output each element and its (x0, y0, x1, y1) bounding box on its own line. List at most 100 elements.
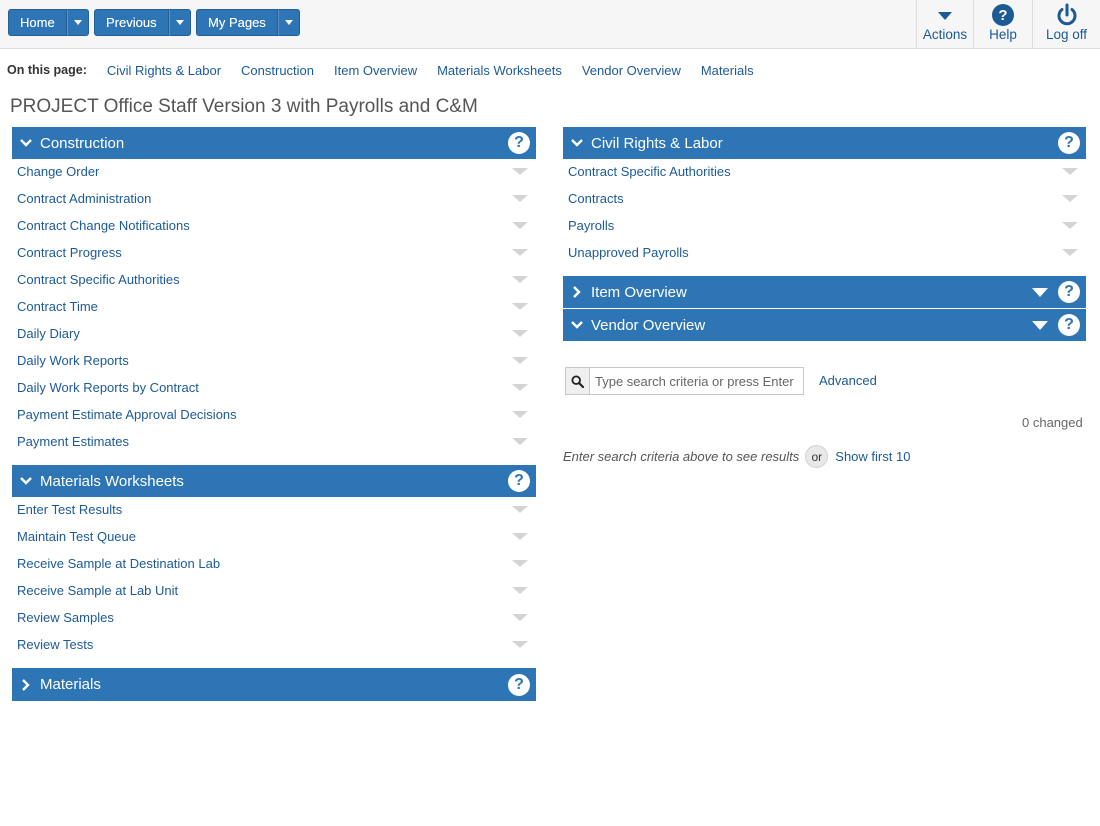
list-item: Receive Sample at Destination Lab (12, 550, 536, 577)
caret-down-icon (938, 11, 952, 20)
list-item-link[interactable]: Payrolls (568, 218, 614, 233)
help-icon[interactable]: ? (508, 470, 530, 492)
dropdown-arrow-icon[interactable] (512, 560, 528, 567)
previous-dropdown-button[interactable] (168, 9, 191, 36)
anchor-link-materials[interactable]: Materials (701, 63, 754, 78)
actions-button[interactable]: Actions (916, 0, 973, 49)
list-item-link[interactable]: Contract Specific Authorities (17, 272, 180, 287)
item-overview-panel-header[interactable]: Item Overview ? (563, 276, 1086, 308)
chevron-right-icon (18, 677, 34, 693)
materials-worksheets-panel-header[interactable]: Materials Worksheets ? (12, 465, 536, 497)
home-button[interactable]: Home (8, 9, 67, 36)
or-badge: or (805, 445, 829, 468)
list-item-link[interactable]: Daily Work Reports (17, 353, 129, 368)
list-item-link[interactable]: Review Tests (17, 637, 93, 652)
construction-panel-header[interactable]: Construction ? (12, 127, 536, 159)
dropdown-arrow-icon[interactable] (512, 438, 528, 445)
dropdown-arrow-icon[interactable] (512, 249, 528, 256)
civil-rights-panel-header[interactable]: Civil Rights & Labor ? (563, 127, 1086, 159)
help-icon[interactable]: ? (1058, 132, 1080, 154)
list-item: Payment Estimates (12, 428, 536, 455)
list-item-link[interactable]: Payment Estimate Approval Decisions (17, 407, 237, 422)
advanced-search-link[interactable]: Advanced (819, 373, 877, 388)
list-item: Payment Estimate Approval Decisions (12, 401, 536, 428)
list-item-link[interactable]: Contract Progress (17, 245, 122, 260)
list-item: Contract Specific Authorities (12, 266, 536, 293)
construction-list: Change Order Contract Administration Con… (12, 158, 536, 455)
anchor-link-materials-worksheets[interactable]: Materials Worksheets (437, 63, 562, 78)
search-hint-text: Enter search criteria above to see resul… (563, 449, 800, 464)
help-label: Help (989, 27, 1017, 42)
dropdown-arrow-icon[interactable] (512, 384, 528, 391)
anchor-link-civil-rights[interactable]: Civil Rights & Labor (107, 63, 221, 78)
dropdown-arrow-icon[interactable] (1032, 320, 1048, 330)
anchor-link-vendor-overview[interactable]: Vendor Overview (582, 63, 681, 78)
list-item-link[interactable]: Maintain Test Queue (17, 529, 136, 544)
dropdown-arrow-icon[interactable] (512, 506, 528, 513)
materials-panel-header[interactable]: Materials ? (12, 668, 536, 701)
help-button[interactable]: ? Help (973, 0, 1032, 49)
help-icon[interactable]: ? (508, 132, 530, 154)
list-item-link[interactable]: Change Order (17, 164, 99, 179)
list-item-link[interactable]: Receive Sample at Destination Lab (17, 556, 220, 571)
dropdown-arrow-icon[interactable] (1032, 287, 1048, 297)
list-item-link[interactable]: Contract Change Notifications (17, 218, 190, 233)
dropdown-arrow-icon[interactable] (512, 614, 528, 621)
help-icon[interactable]: ? (508, 673, 530, 696)
caret-down-icon (175, 20, 184, 25)
list-item-link[interactable]: Contracts (568, 191, 624, 206)
chevron-down-icon (569, 317, 585, 333)
help-icon[interactable]: ? (1058, 314, 1080, 336)
changed-count: 0 changed (1022, 415, 1083, 430)
materials-panel-title: Materials (40, 676, 101, 693)
dropdown-arrow-icon[interactable] (1062, 249, 1078, 256)
actions-label: Actions (922, 27, 968, 42)
list-item-link[interactable]: Contract Time (17, 299, 98, 314)
anchor-link-item-overview[interactable]: Item Overview (334, 63, 417, 78)
list-item: Maintain Test Queue (12, 523, 536, 550)
home-split-button: Home (8, 9, 89, 36)
log-off-button[interactable]: Log off (1032, 0, 1100, 49)
dropdown-arrow-icon[interactable] (1062, 195, 1078, 202)
list-item-link[interactable]: Review Samples (17, 610, 114, 625)
anchor-link-construction[interactable]: Construction (241, 63, 314, 78)
help-icon[interactable]: ? (1058, 281, 1080, 303)
search-icon[interactable] (566, 368, 590, 394)
on-this-page-label: On this page: (7, 63, 87, 77)
previous-button[interactable]: Previous (94, 9, 169, 36)
list-item: Receive Sample at Lab Unit (12, 577, 536, 604)
power-icon (1057, 3, 1076, 25)
dropdown-arrow-icon[interactable] (1062, 168, 1078, 175)
vendor-overview-panel-header[interactable]: Vendor Overview ? (563, 309, 1086, 341)
list-item-link[interactable]: Contract Administration (17, 191, 151, 206)
list-item-link[interactable]: Unapproved Payrolls (568, 245, 689, 260)
dropdown-arrow-icon[interactable] (512, 168, 528, 175)
list-item: Contract Specific Authorities (563, 158, 1086, 185)
vendor-overview-panel-title: Vendor Overview (591, 316, 706, 334)
chevron-down-icon (18, 473, 34, 489)
list-item-link[interactable]: Enter Test Results (17, 502, 122, 517)
dropdown-arrow-icon[interactable] (512, 357, 528, 364)
my-pages-button[interactable]: My Pages (196, 9, 278, 36)
home-dropdown-button[interactable] (66, 9, 89, 36)
dropdown-arrow-icon[interactable] (1062, 222, 1078, 229)
vendor-search-input[interactable] (590, 368, 803, 394)
dropdown-arrow-icon[interactable] (512, 411, 528, 418)
dropdown-arrow-icon[interactable] (512, 276, 528, 283)
dropdown-arrow-icon[interactable] (512, 587, 528, 594)
dropdown-arrow-icon[interactable] (512, 303, 528, 310)
dropdown-arrow-icon[interactable] (512, 533, 528, 540)
list-item-link[interactable]: Daily Work Reports by Contract (17, 380, 199, 395)
list-item-link[interactable]: Payment Estimates (17, 434, 129, 449)
dropdown-arrow-icon[interactable] (512, 195, 528, 202)
item-overview-panel-title: Item Overview (591, 283, 687, 301)
show-first-10-link[interactable]: Show first 10 (835, 449, 910, 464)
list-item-link[interactable]: Contract Specific Authorities (568, 164, 731, 179)
caret-down-icon (73, 20, 82, 25)
list-item-link[interactable]: Daily Diary (17, 326, 80, 341)
dropdown-arrow-icon[interactable] (512, 222, 528, 229)
list-item-link[interactable]: Receive Sample at Lab Unit (17, 583, 178, 598)
dropdown-arrow-icon[interactable] (512, 641, 528, 648)
dropdown-arrow-icon[interactable] (512, 330, 528, 337)
my-pages-dropdown-button[interactable] (277, 9, 300, 36)
